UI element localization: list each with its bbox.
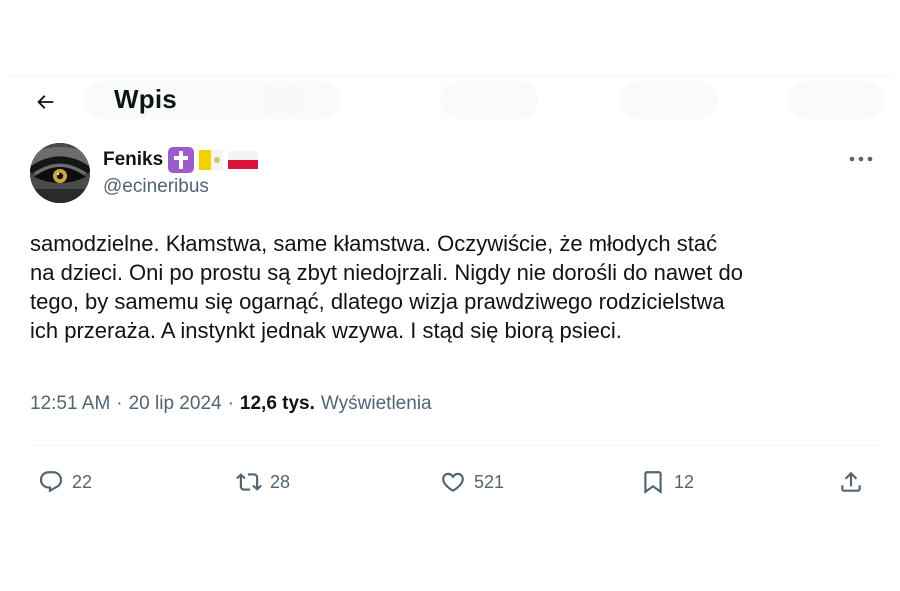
tweet-text: samodzielne. Kłamstwa, same kłamstwa. Oc…: [30, 231, 743, 343]
vatican-flag-icon: [199, 149, 224, 171]
blurred-nav-pill: [620, 81, 718, 119]
blurred-nav-pill: [440, 81, 538, 119]
repost-count: 28: [270, 471, 291, 492]
tweet-meta: 12:51 AM · 20 lip 2024 · 12,6 tys. Wyświ…: [30, 393, 432, 415]
views-count: 12,6 tys.: [239, 393, 315, 414]
views-label: Wyświetlenia: [320, 393, 432, 414]
tweet-card: Wpis Feniks @ecineribus samodzielne. Kła…: [8, 76, 892, 515]
bookmark-icon: [644, 471, 662, 494]
meta-separator: ·: [227, 393, 234, 414]
latin-cross-icon: [168, 147, 195, 173]
like-count: 521: [474, 471, 505, 492]
divider: [30, 445, 878, 446]
blurred-nav-pill: [260, 81, 340, 119]
reply-button[interactable]: 22: [38, 465, 92, 499]
bookmark-button[interactable]: 12: [640, 465, 694, 499]
eye-portrait-image: [30, 143, 90, 203]
repost-icon: [236, 473, 262, 491]
page-header: Wpis: [8, 77, 892, 123]
like-button[interactable]: 521: [440, 465, 504, 499]
author-handle[interactable]: @ecineribus: [103, 176, 209, 198]
poland-flag-icon: [228, 149, 259, 171]
reply-count: 22: [72, 471, 93, 492]
repost-button[interactable]: 28: [236, 465, 290, 499]
bookmark-count: 12: [674, 471, 695, 492]
blurred-nav-pill: [788, 81, 884, 119]
action-bar: 22 28 521 12: [8, 465, 892, 499]
back-button[interactable]: [28, 85, 62, 119]
more-horizontal-icon: [849, 156, 873, 162]
more-options-button[interactable]: [846, 147, 876, 171]
avatar[interactable]: [30, 143, 90, 203]
share-icon: [841, 471, 861, 492]
heart-icon: [442, 472, 464, 492]
meta-separator: ·: [116, 393, 123, 414]
page-title: Wpis: [114, 84, 177, 114]
author-display-name[interactable]: Feniks: [103, 147, 259, 173]
tweet-time[interactable]: 12:51 AM: [30, 393, 110, 415]
share-button[interactable]: [838, 465, 864, 499]
arrow-left-icon: [37, 95, 54, 109]
tweet-date[interactable]: 20 lip 2024: [129, 393, 222, 415]
reply-bubble-icon: [39, 471, 63, 493]
